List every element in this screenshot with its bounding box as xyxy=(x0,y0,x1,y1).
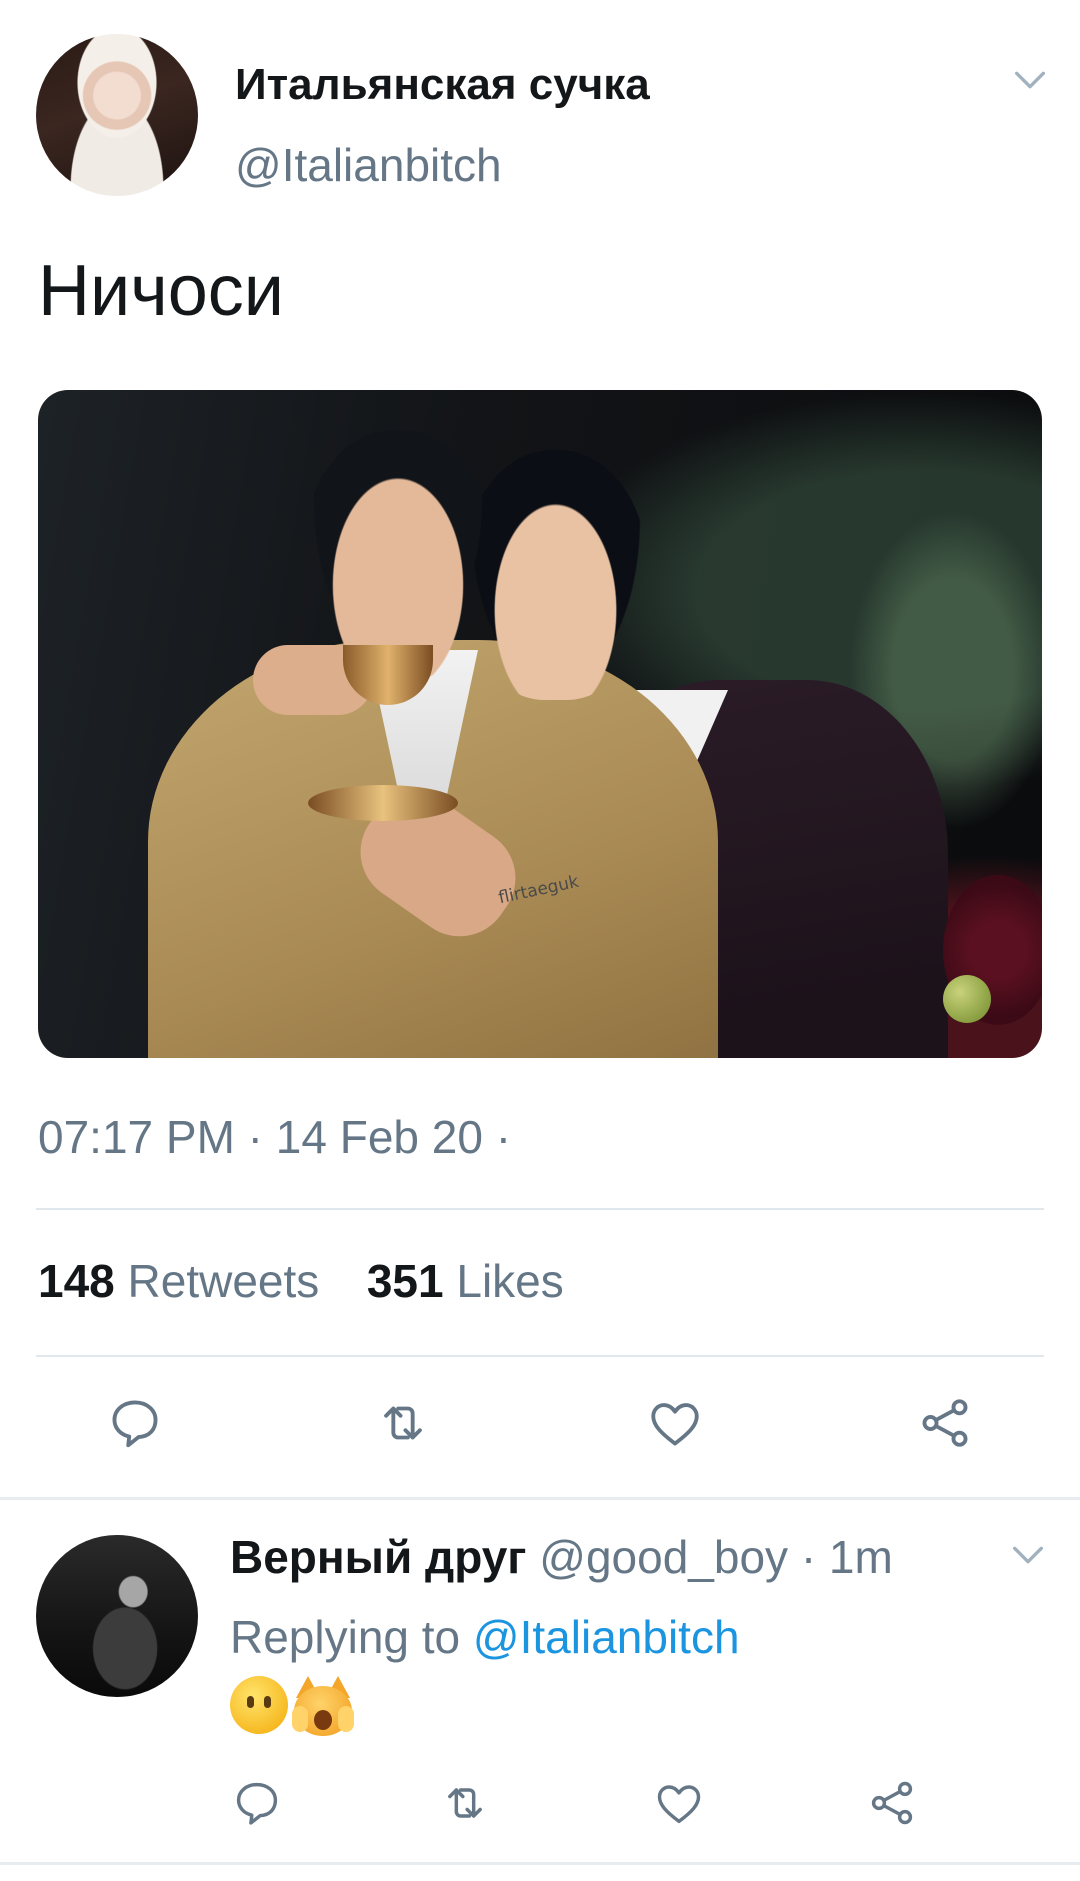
tweet-photo[interactable]: flirtaeguk xyxy=(38,390,1042,1058)
reply-text xyxy=(230,1676,354,1740)
reply-author-avatar[interactable] xyxy=(36,1535,198,1697)
reply-reply-button[interactable] xyxy=(226,1772,288,1834)
retweet-icon xyxy=(384,1406,422,1440)
tweet-timestamp[interactable]: 07:17 PM · 14 Feb 20 · xyxy=(38,1110,511,1164)
reply-icon xyxy=(112,1400,158,1448)
divider xyxy=(36,1355,1044,1357)
replying-prefix: Replying to xyxy=(230,1611,461,1663)
reply-author-handle[interactable]: @good_boy xyxy=(539,1531,788,1583)
weary-cat-emoji xyxy=(292,1676,354,1736)
author-name[interactable]: Итальянская сучка xyxy=(235,60,650,110)
reply-button[interactable] xyxy=(104,1392,166,1454)
hushed-face-emoji xyxy=(230,1676,288,1734)
photo-saucer xyxy=(308,785,458,821)
chevron-down-icon[interactable] xyxy=(1008,1535,1048,1575)
reply-author-name[interactable]: Верный друг xyxy=(230,1531,526,1583)
share-icon xyxy=(922,1399,968,1447)
replying-to: Replying to @Italianbitch xyxy=(230,1610,740,1664)
retweets-label[interactable]: Retweets xyxy=(128,1255,320,1307)
like-button[interactable] xyxy=(644,1392,706,1454)
heart-icon xyxy=(657,1785,701,1824)
chevron-down-icon[interactable] xyxy=(1010,60,1050,100)
likes-count[interactable]: 351 xyxy=(367,1255,444,1307)
main-tweet: Итальянская сучка @Italianbitch Ничоси f… xyxy=(0,0,1080,1500)
photo-person-left-head xyxy=(303,430,493,680)
tweet-stats: 148 Retweets 351 Likes xyxy=(38,1254,564,1308)
author-avatar[interactable] xyxy=(36,34,198,196)
replying-mention-link[interactable]: @Italianbitch xyxy=(473,1611,740,1663)
likes-label[interactable]: Likes xyxy=(456,1255,563,1307)
reply-header: Верный друг @good_boy · 1m xyxy=(230,1530,893,1584)
reply-like-button[interactable] xyxy=(648,1772,710,1834)
reply-icon xyxy=(236,1782,278,1825)
retweet-button[interactable] xyxy=(372,1392,434,1454)
reply-retweet-button[interactable] xyxy=(434,1772,496,1834)
photo-apple xyxy=(943,975,991,1023)
reply-time-separator: · xyxy=(800,1531,817,1583)
divider xyxy=(36,1208,1044,1210)
share-button[interactable] xyxy=(914,1392,976,1454)
reply-time[interactable]: 1m xyxy=(829,1531,893,1583)
retweets-count[interactable]: 148 xyxy=(38,1255,115,1307)
share-icon xyxy=(871,1781,913,1825)
thread-divider xyxy=(0,1497,1080,1500)
retweet-icon xyxy=(448,1788,482,1818)
heart-icon xyxy=(651,1403,699,1446)
reply-share-button[interactable] xyxy=(861,1772,923,1834)
tweet-text: Ничоси xyxy=(38,251,284,331)
thread-divider xyxy=(0,1862,1080,1865)
author-handle[interactable]: @Italianbitch xyxy=(235,138,502,192)
